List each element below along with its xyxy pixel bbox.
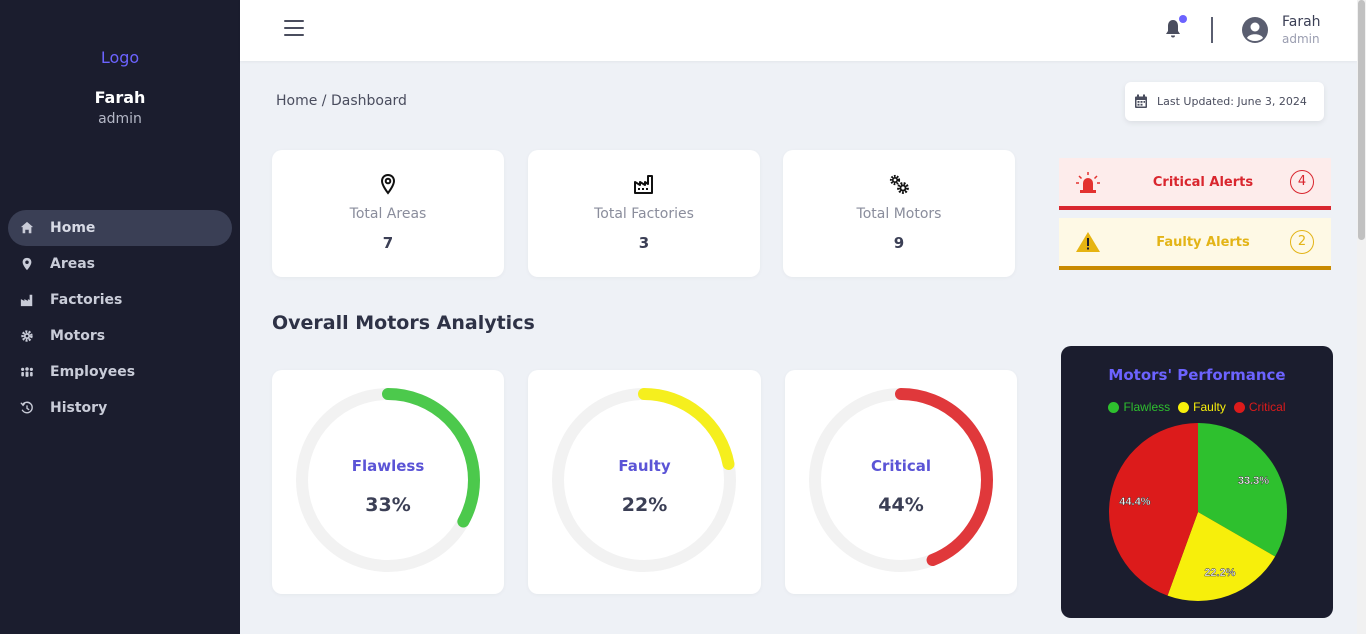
chart-title: Motors' Performance — [1108, 366, 1286, 384]
gauge-label: Faulty — [618, 457, 671, 475]
notification-dot — [1179, 15, 1187, 23]
last-updated-text: Last Updated: June 3, 2024 — [1157, 95, 1307, 108]
stat-value: 3 — [638, 234, 650, 252]
sidebar-item-label: Factories — [50, 292, 123, 308]
stat-value: 9 — [893, 234, 905, 252]
history-icon — [20, 401, 33, 414]
sidebar-item-history[interactable]: History — [8, 390, 232, 426]
gauge-ring — [809, 388, 993, 572]
stat-card-motors: Total Motors 9 — [783, 150, 1015, 277]
menu-icon-line — [284, 34, 304, 36]
pie-data-label: 44.4% — [1119, 496, 1150, 508]
legend-swatch — [1108, 401, 1120, 413]
sidebar-nav: Home Areas Factories Motors Employees Hi… — [8, 210, 232, 426]
scrollbar-thumb[interactable] — [1358, 0, 1365, 240]
home-icon — [20, 221, 34, 234]
sidebar-item-label: Home — [50, 220, 96, 236]
gears-icon — [889, 174, 909, 194]
sidebar: Logo Farah admin Home Areas Factories Mo… — [0, 0, 240, 634]
breadcrumb-home[interactable]: Home — [276, 93, 317, 109]
stat-value: 7 — [382, 234, 394, 252]
gauge-card-flawless: Flawless 33% — [272, 370, 504, 594]
breadcrumb-separator: / — [321, 93, 327, 109]
chart-legend: Flawless Faulty Critical — [1061, 400, 1333, 414]
menu-toggle-button[interactable] — [284, 20, 304, 38]
faulty-alerts-button[interactable]: Faulty Alerts 2 — [1059, 218, 1331, 270]
map-pin-icon — [22, 257, 32, 271]
gauge-card-critical: Critical 44% — [785, 370, 1017, 594]
sidebar-user-name: Farah — [94, 88, 146, 107]
sidebar-item-areas[interactable]: Areas — [8, 246, 232, 282]
pie-chart: 33.3% 22.2% 44.4% — [1109, 423, 1287, 601]
sidebar-item-employees[interactable]: Employees — [8, 354, 232, 390]
topbar-divider — [1211, 17, 1213, 43]
topbar-user-role: admin — [1282, 32, 1320, 46]
stat-label: Total Motors — [856, 206, 942, 222]
sidebar-item-factories[interactable]: Factories — [8, 282, 232, 318]
last-updated-badge: Last Updated: June 3, 2024 — [1125, 82, 1324, 121]
menu-icon-line — [284, 27, 304, 29]
pie-data-label: 22.2% — [1204, 567, 1235, 579]
logo[interactable]: Logo — [0, 48, 240, 67]
sidebar-item-motors[interactable]: Motors — [8, 318, 232, 354]
stat-card-areas: Total Areas 7 — [272, 150, 504, 277]
motors-performance-card: Motors' Performance Flawless Faulty Crit… — [1061, 346, 1333, 618]
legend-item-flawless[interactable]: Flawless — [1108, 400, 1170, 414]
critical-alerts-button[interactable]: Critical Alerts 4 — [1059, 158, 1331, 210]
pie-data-label: 33.3% — [1238, 475, 1269, 487]
stat-label: Total Areas — [349, 206, 427, 222]
stat-card-factories: Total Factories 3 — [528, 150, 760, 277]
gauge-label: Critical — [870, 457, 931, 475]
legend-label: Critical — [1248, 400, 1286, 414]
legend-label: Faulty — [1193, 400, 1226, 414]
map-pin-icon — [380, 173, 396, 195]
breadcrumb: Home / Dashboard — [276, 93, 407, 109]
stat-label: Total Factories — [594, 206, 694, 222]
gauge-label: Flawless — [351, 457, 425, 475]
gauge-ring — [296, 388, 480, 572]
gauge-value: 33% — [365, 494, 411, 516]
topbar: Farah admin — [240, 0, 1357, 61]
sidebar-item-label: Motors — [50, 328, 106, 344]
legend-item-critical[interactable]: Critical — [1233, 400, 1286, 414]
sidebar-item-label: History — [50, 400, 108, 416]
sidebar-user-role: admin — [98, 111, 142, 127]
menu-icon-line — [284, 20, 304, 22]
calendar-icon — [1135, 94, 1147, 108]
legend-swatch — [1233, 401, 1245, 413]
sidebar-item-home[interactable]: Home — [8, 210, 232, 246]
legend-label: Flawless — [1123, 400, 1171, 414]
breadcrumb-current: Dashboard — [330, 93, 407, 109]
gauge-value: 44% — [878, 494, 924, 516]
legend-swatch — [1178, 401, 1190, 413]
users-icon — [21, 367, 33, 377]
sidebar-item-label: Employees — [50, 364, 136, 380]
sidebar-item-label: Areas — [50, 256, 96, 272]
gauge-ring — [552, 388, 736, 572]
topbar-user-name[interactable]: Farah — [1282, 14, 1321, 30]
bell-icon[interactable] — [1164, 19, 1182, 39]
gauge-card-faulty: Faulty 22% — [528, 370, 761, 594]
factory-icon — [634, 175, 653, 194]
section-title: Overall Motors Analytics — [272, 312, 535, 334]
user-avatar-icon[interactable] — [1242, 17, 1268, 43]
gear-icon — [21, 330, 33, 342]
critical-alerts-count: 4 — [1290, 170, 1314, 194]
gauge-value: 22% — [621, 494, 668, 516]
legend-item-faulty[interactable]: Faulty — [1178, 400, 1226, 414]
factory-icon — [20, 294, 33, 307]
faulty-alerts-count: 2 — [1290, 230, 1314, 254]
